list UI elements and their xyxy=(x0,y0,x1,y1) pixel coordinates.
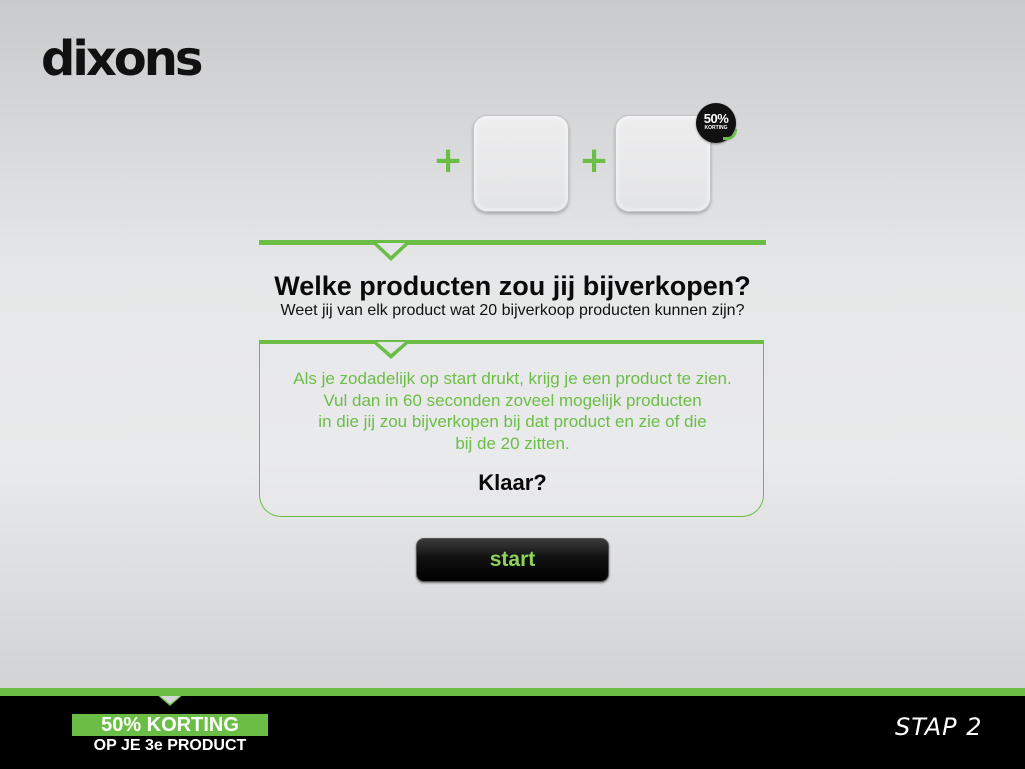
promo-product-label: OP JE 3e PRODUCT xyxy=(93,737,247,754)
promo-discount-label: 50% KORTING xyxy=(72,714,268,736)
dixons-logo: dixons xyxy=(41,31,203,87)
instructions-notch-fill xyxy=(377,342,405,354)
discount-sticker: 50% KORTING xyxy=(696,103,737,143)
instruction-line: bij de 20 zitten. xyxy=(455,433,570,453)
plus-icon: + xyxy=(579,140,610,181)
instructions-text: Als je zodadelijk op start drukt, krijg … xyxy=(259,368,766,454)
footer-notch-fill xyxy=(160,696,180,704)
footer-accent-line xyxy=(0,688,1025,696)
instruction-line: Vul dan in 60 seconden zoveel mogelijk p… xyxy=(323,390,702,410)
page-title: Welke producten zou jij bijverkopen? xyxy=(274,271,751,301)
sticker-curl-icon xyxy=(723,129,737,140)
step-indicator: STAP 2 xyxy=(895,713,983,741)
instruction-line: in die jij zou bijverkopen bij dat produ… xyxy=(318,412,707,431)
product-slot-1 xyxy=(473,115,569,212)
plus-icon: + xyxy=(433,140,464,181)
divider-notch-fill xyxy=(377,243,405,256)
instruction-line: Als je zodadelijk op start drukt, krijg … xyxy=(293,369,732,388)
sticker-percent: 50% xyxy=(703,111,729,126)
section-divider xyxy=(259,240,766,245)
start-button[interactable]: start xyxy=(416,538,609,582)
page-subtitle: Weet jij van elk product wat 20 bijverko… xyxy=(280,302,745,319)
ready-prompt: Klaar? xyxy=(478,470,547,495)
